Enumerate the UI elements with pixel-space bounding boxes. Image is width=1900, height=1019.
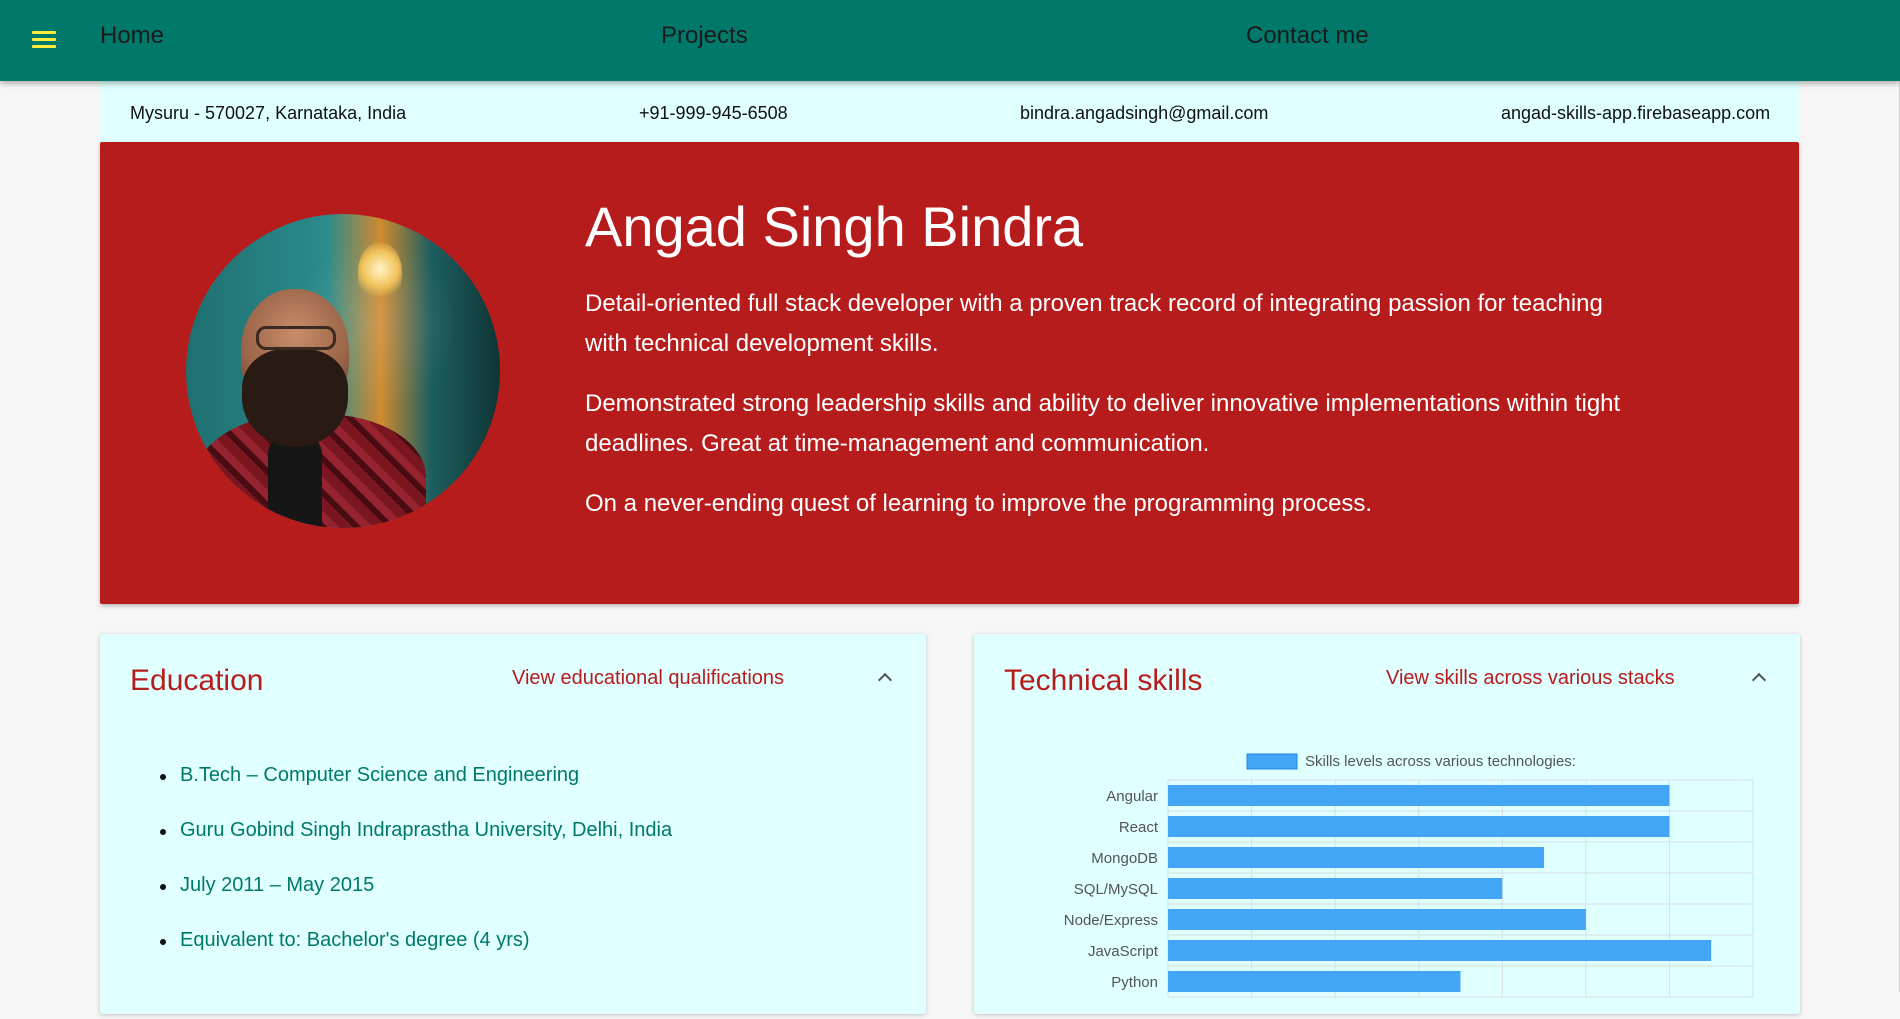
bar-react [1168, 816, 1670, 837]
tick-label: Python [1111, 974, 1158, 991]
hero-paragraph-1: Detail-oriented full stack developer wit… [585, 290, 1603, 357]
bar-mongodb [1168, 847, 1545, 868]
contact-email[interactable]: bindra.angadsingh@gmail.com [1020, 103, 1268, 124]
hero-banner: Angad Singh Bindra Detail-oriented full … [100, 142, 1799, 604]
legend-swatch [1246, 753, 1298, 770]
tick-label: SQL/MySQL [1074, 881, 1158, 898]
skills-chart: Skills levels across various technologie… [974, 634, 1800, 1014]
skills-card: Technical skills View skills across vari… [974, 634, 1800, 1014]
tick-label: JavaScript [1088, 943, 1159, 960]
bar-angular [1168, 785, 1670, 806]
education-card: Education View educational qualification… [100, 634, 926, 1014]
profile-photo [186, 214, 500, 528]
legend-label: Skills levels across various technologie… [1305, 753, 1576, 770]
education-list: B.Tech – Computer Science and Engineerin… [130, 764, 672, 984]
bar-javascript [1168, 940, 1712, 961]
bar-node-express [1168, 909, 1586, 930]
tick-label: React [1119, 819, 1159, 836]
education-item-university: Guru Gobind Singh Indraprastha Universit… [130, 819, 672, 874]
hero-paragraph-2: Demonstrated strong leadership skills an… [585, 390, 1621, 457]
education-item-equivalent: Equivalent to: Bachelor's degree (4 yrs) [130, 929, 672, 984]
bar-python [1168, 971, 1461, 992]
hero-paragraph-3: On a never-ending quest of learning to i… [585, 490, 1373, 517]
contact-phone: +91-999-945-6508 [639, 103, 788, 123]
nav-home-link[interactable]: Home [100, 22, 164, 50]
contact-location: Mysuru - 570027, Karnataka, India [130, 103, 407, 123]
top-app-bar: Home Projects Contact me [0, 0, 1900, 81]
tick-label: Angular [1106, 788, 1158, 805]
profile-name: Angad Singh Bindra [585, 195, 1084, 258]
tick-label: Node/Express [1064, 912, 1158, 929]
education-item-degree: B.Tech – Computer Science and Engineerin… [130, 764, 672, 819]
bar-sql-mysql [1168, 878, 1503, 899]
education-item-dates: July 2011 – May 2015 [130, 874, 672, 929]
education-expand-link[interactable]: View educational qualifications [512, 667, 784, 690]
nav-projects-link[interactable]: Projects [661, 22, 748, 50]
contact-strip: Mysuru - 570027, Karnataka, India +91-99… [100, 81, 1799, 142]
nav-contact-link[interactable]: Contact me [1246, 22, 1369, 50]
education-title: Education [130, 664, 264, 697]
skills-bar-chart: Skills levels across various technologie… [1064, 753, 1754, 998]
hamburger-menu-icon[interactable] [32, 31, 56, 49]
tick-label: MongoDB [1091, 850, 1158, 867]
contact-website[interactable]: angad-skills-app.firebaseapp.com [1501, 103, 1770, 124]
chevron-up-icon[interactable] [877, 670, 891, 684]
